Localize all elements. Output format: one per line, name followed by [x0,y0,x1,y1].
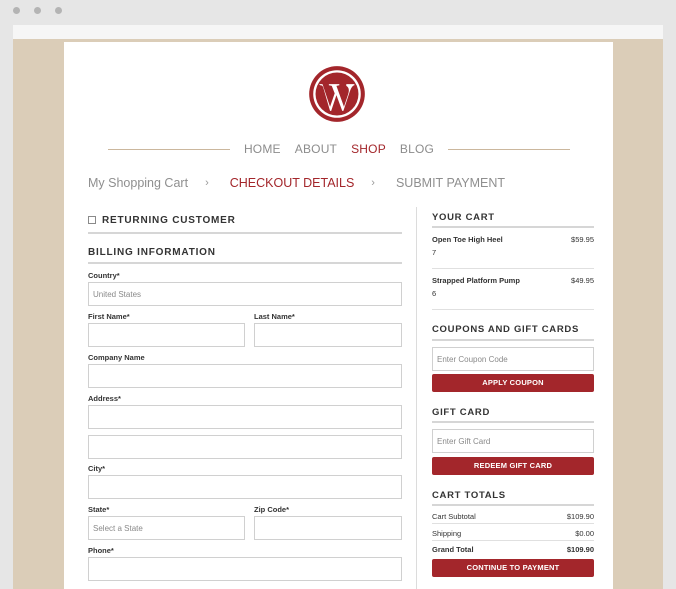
cart-item-price: $49.95 [571,276,594,285]
checkout-page: HOME ABOUT SHOP BLOG My Shopping Cart › … [64,42,613,589]
cart-item-name[interactable]: Strapped Platform Pump [432,276,520,285]
divider [88,232,402,234]
company-input[interactable] [88,364,402,388]
phone-input[interactable] [88,557,402,581]
window-dot-minimize[interactable] [34,7,41,14]
returning-customer-checkbox[interactable] [88,216,96,224]
country-label: Country* [88,271,120,280]
continue-to-payment-button[interactable]: CONTINUE TO PAYMENT [432,559,594,577]
window-dot-maximize[interactable] [55,7,62,14]
zip-label: Zip Code* [254,505,289,514]
gift-card-input[interactable]: Enter Gift Card [432,429,594,453]
breadcrumb-chevron-icon: › [205,177,209,189]
divider [432,339,594,341]
redeem-gift-card-button[interactable]: REDEEM GIFT CARD [432,457,594,475]
divider [432,309,594,310]
nav-divider-left [108,148,230,150]
window-dot-close[interactable] [13,7,20,14]
breadcrumb-step-checkout[interactable]: CHECKOUT DETAILS [230,176,355,190]
gift-card-title: GIFT CARD [432,407,491,418]
divider [432,523,594,524]
address-line1-input[interactable] [88,405,402,429]
divider [432,540,594,541]
address-line2-input[interactable] [88,435,402,459]
subtotal-value: $109.90 [566,512,594,521]
divider [432,226,594,228]
cart-item-name[interactable]: Open Toe High Heel [432,235,503,244]
returning-customer-label: RETURNING CUSTOMER [102,214,236,226]
wordpress-logo-icon[interactable] [308,65,366,123]
company-label: Company Name [88,353,145,362]
nav-item-blog[interactable]: BLOG [400,142,434,156]
coupons-title: COUPONS AND GIFT CARDS [432,324,579,335]
shipping-label: Shipping [432,529,462,538]
first-name-input[interactable] [88,323,245,347]
divider [432,421,594,423]
breadcrumb-step-cart[interactable]: My Shopping Cart [88,176,188,190]
shipping-value: $0.00 [575,529,594,538]
nav-item-about[interactable]: ABOUT [295,142,337,156]
city-label: City* [88,464,106,473]
country-select[interactable]: United States [88,282,402,306]
column-divider [416,207,417,589]
last-name-input[interactable] [254,323,402,347]
breadcrumb-step-payment[interactable]: SUBMIT PAYMENT [396,176,505,190]
state-select[interactable]: Select a State [88,516,245,540]
divider [432,504,594,506]
browser-bar [13,25,663,39]
coupon-input[interactable]: Enter Coupon Code [432,347,594,371]
cart-totals-title: CART TOTALS [432,490,506,501]
first-name-label: First Name* [88,312,130,321]
city-input[interactable] [88,475,402,499]
grand-total-value: $109.90 [566,545,594,554]
cart-item-price: $59.95 [571,235,594,244]
nav-item-shop[interactable]: SHOP [351,142,386,156]
state-label: State* [88,505,110,514]
main-nav: HOME ABOUT SHOP BLOG [108,139,570,159]
zip-input[interactable] [254,516,402,540]
nav-item-home[interactable]: HOME [244,142,281,156]
grand-total-label: Grand Total [432,545,474,554]
returning-customer-toggle[interactable]: RETURNING CUSTOMER [88,212,402,228]
billing-title: BILLING INFORMATION [88,247,216,258]
phone-label: Phone* [88,546,114,555]
checkout-breadcrumb: My Shopping Cart › CHECKOUT DETAILS › SU… [88,176,505,190]
last-name-label: Last Name* [254,312,295,321]
subtotal-label: Cart Subtotal [432,512,476,521]
nav-divider-right [448,148,570,150]
apply-coupon-button[interactable]: APPLY COUPON [432,374,594,392]
cart-title: YOUR CART [432,212,495,223]
window-controls [13,7,62,14]
address-label: Address* [88,394,121,403]
divider [432,268,594,269]
breadcrumb-chevron-icon: › [371,177,375,189]
cart-item-qty: 6 [432,289,437,298]
billing-column: RETURNING CUSTOMER BILLING INFORMATION C… [88,212,402,589]
cart-item-qty: 7 [432,248,437,257]
